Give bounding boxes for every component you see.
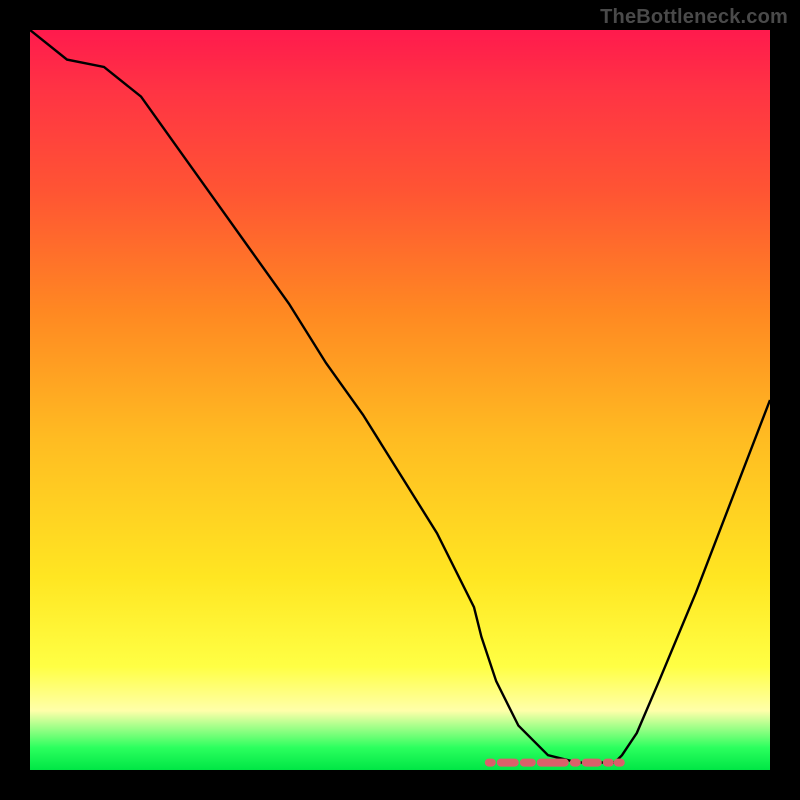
- chart-container: TheBottleneck.com: [0, 0, 800, 800]
- curve-svg: [30, 30, 770, 770]
- bottleneck-curve-line: [30, 30, 770, 763]
- plot-area: [30, 30, 770, 770]
- watermark-text: TheBottleneck.com: [600, 6, 788, 29]
